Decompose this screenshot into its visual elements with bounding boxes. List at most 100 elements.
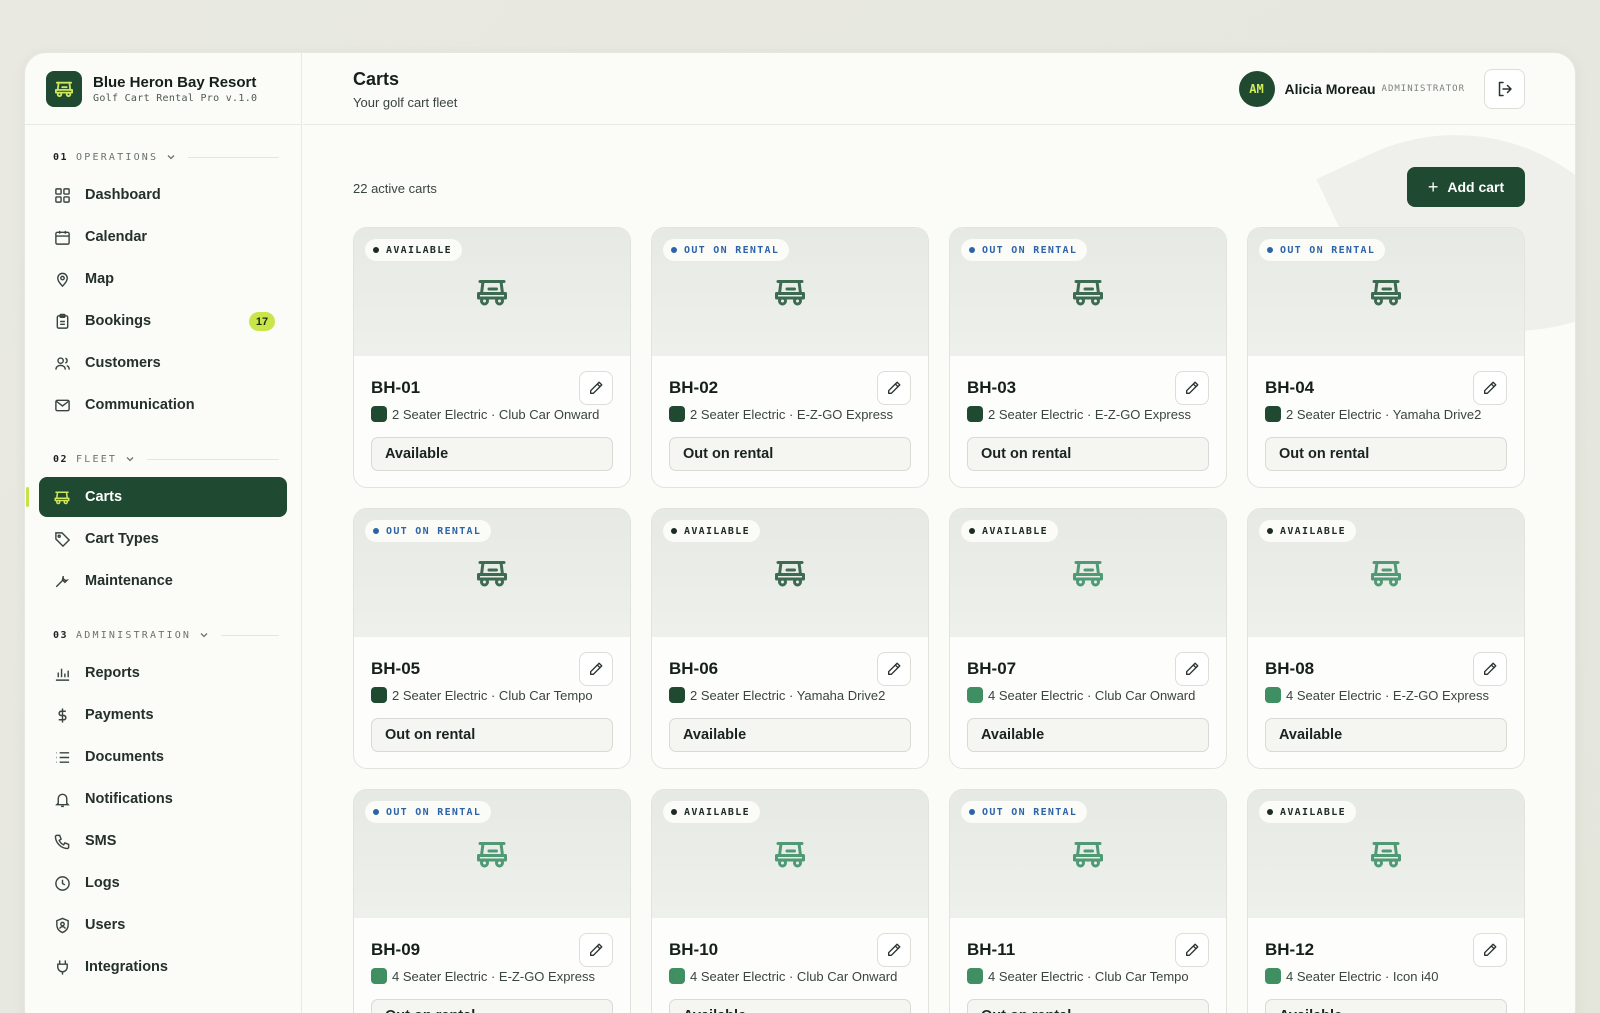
golf-cart-icon <box>1070 277 1106 307</box>
sidebar-item-notifications[interactable]: Notifications <box>39 779 287 819</box>
status-dot <box>1267 809 1273 815</box>
sidebar-item-users[interactable]: Users <box>39 905 287 945</box>
status-badge-label: AVAILABLE <box>684 806 750 818</box>
golf-cart-icon <box>772 277 808 307</box>
cart-image-area: OUT ON RENTAL <box>652 228 928 356</box>
cart-status-select[interactable]: Out on rental <box>1265 437 1507 471</box>
cart-card[interactable]: OUT ON RENTAL BH-03 2 Seater Electric · … <box>949 227 1227 488</box>
section-administration[interactable]: 03 ADMINISTRATION <box>25 625 301 645</box>
sidebar-item-logs[interactable]: Logs <box>39 863 287 903</box>
cart-status-select[interactable]: Out on rental <box>371 718 613 752</box>
cart-description: 4 Seater Electric · Club Car Onward <box>967 687 1195 703</box>
edit-button[interactable] <box>579 933 613 967</box>
edit-button[interactable] <box>1175 652 1209 686</box>
cart-type-swatch <box>1265 406 1281 422</box>
clipboard-icon <box>53 312 71 330</box>
cart-image-area: AVAILABLE <box>652 509 928 637</box>
status-badge: OUT ON RENTAL <box>365 520 492 542</box>
cart-status-select[interactable]: Available <box>1265 718 1507 752</box>
edit-button[interactable] <box>579 652 613 686</box>
add-cart-label: Add cart <box>1447 179 1505 195</box>
cart-card[interactable]: OUT ON RENTAL BH-11 4 Seater Electric · … <box>949 789 1227 1013</box>
cart-card[interactable]: AVAILABLE BH-01 2 Seater Electric · Club… <box>353 227 631 488</box>
cart-image-area: AVAILABLE <box>1248 509 1524 637</box>
cart-card[interactable]: OUT ON RENTAL BH-05 2 Seater Electric · … <box>353 508 631 769</box>
edit-button[interactable] <box>579 371 613 405</box>
sidebar-item-dashboard[interactable]: Dashboard <box>39 175 287 215</box>
cart-code: BH-05 <box>371 659 421 678</box>
grid-icon <box>53 186 71 204</box>
cart-type-swatch <box>669 687 685 703</box>
sidebar-item-sms[interactable]: SMS <box>39 821 287 861</box>
sidebar-item-calendar[interactable]: Calendar <box>39 217 287 257</box>
section-operations[interactable]: 01 OPERATIONS <box>25 147 301 167</box>
section-fleet[interactable]: 02 FLEET <box>25 449 301 469</box>
edit-button[interactable] <box>1473 652 1507 686</box>
add-cart-button[interactable]: + Add cart <box>1407 167 1525 207</box>
sidebar-item-bookings[interactable]: Bookings 17 <box>39 301 287 341</box>
bookings-count-badge: 17 <box>249 312 275 331</box>
cart-status-select[interactable]: Out on rental <box>967 437 1209 471</box>
sidebar-item-maintenance[interactable]: Maintenance <box>39 561 287 601</box>
cart-card[interactable]: AVAILABLE BH-12 4 Seater Electric · Icon… <box>1247 789 1525 1013</box>
golf-cart-icon <box>1070 839 1106 869</box>
sidebar-item-map[interactable]: Map <box>39 259 287 299</box>
cart-card[interactable]: OUT ON RENTAL BH-09 4 Seater Electric · … <box>353 789 631 1013</box>
cart-image-area: AVAILABLE <box>354 228 630 356</box>
pencil-icon <box>888 662 901 675</box>
status-dot <box>671 809 677 815</box>
cart-image-area: OUT ON RENTAL <box>950 228 1226 356</box>
edit-button[interactable] <box>1473 371 1507 405</box>
cart-card[interactable]: OUT ON RENTAL BH-02 2 Seater Electric · … <box>651 227 929 488</box>
cart-status-select[interactable]: Out on rental <box>967 999 1209 1013</box>
edit-button[interactable] <box>1175 933 1209 967</box>
edit-button[interactable] <box>1175 371 1209 405</box>
cart-card[interactable]: OUT ON RENTAL BH-04 2 Seater Electric · … <box>1247 227 1525 488</box>
cart-description: 2 Seater Electric · Yamaha Drive2 <box>1265 406 1481 422</box>
cart-status-select[interactable]: Available <box>669 718 911 752</box>
pencil-icon <box>888 381 901 394</box>
cart-type-swatch <box>967 687 983 703</box>
cart-status-select[interactable]: Available <box>1265 999 1507 1013</box>
cart-description-text: 2 Seater Electric · Yamaha Drive2 <box>1286 406 1482 422</box>
user-menu[interactable]: AM Alicia Moreau ADMINISTRATOR <box>1238 71 1465 107</box>
sidebar-item-label: Payments <box>85 707 154 723</box>
cart-card[interactable]: AVAILABLE BH-07 4 Seater Electric · Club… <box>949 508 1227 769</box>
sidebar-item-payments[interactable]: Payments <box>39 695 287 735</box>
cart-card[interactable]: AVAILABLE BH-06 2 Seater Electric · Yama… <box>651 508 929 769</box>
sidebar-item-communication[interactable]: Communication <box>39 385 287 425</box>
cart-status-value: Available <box>1279 727 1343 743</box>
page-subtitle: Your golf cart fleet <box>353 95 458 110</box>
cart-description-text: 2 Seater Electric · Club Car Onward <box>392 406 600 422</box>
edit-button[interactable] <box>877 933 911 967</box>
status-badge-label: OUT ON RENTAL <box>684 244 780 256</box>
sidebar-item-documents[interactable]: Documents <box>39 737 287 777</box>
status-dot <box>373 809 379 815</box>
cart-description: 4 Seater Electric · E-Z-GO Express <box>371 968 595 984</box>
status-dot <box>671 247 677 253</box>
sidebar-item-reports[interactable]: Reports <box>39 653 287 693</box>
logout-button[interactable] <box>1484 69 1525 109</box>
cart-card[interactable]: AVAILABLE BH-10 4 Seater Electric · Club… <box>651 789 929 1013</box>
edit-button[interactable] <box>877 652 911 686</box>
cart-status-select[interactable]: Available <box>371 437 613 471</box>
cart-status-value: Available <box>981 727 1045 743</box>
pencil-icon <box>590 662 603 675</box>
edit-button[interactable] <box>877 371 911 405</box>
cart-description-text: 4 Seater Electric · Club Car Onward <box>690 968 898 984</box>
edit-button[interactable] <box>1473 933 1507 967</box>
sidebar-item-integrations[interactable]: Integrations <box>39 947 287 987</box>
status-badge: AVAILABLE <box>961 520 1058 542</box>
cart-code: BH-10 <box>669 940 719 959</box>
cart-status-select[interactable]: Available <box>669 999 911 1013</box>
sidebar-item-label: Carts <box>85 489 123 505</box>
sidebar-item-customers[interactable]: Customers <box>39 343 287 383</box>
sidebar-item-carts[interactable]: Carts <box>26 477 287 517</box>
shield-user-icon <box>53 916 71 934</box>
cart-status-select[interactable]: Out on rental <box>669 437 911 471</box>
chevron-down-icon <box>167 155 175 160</box>
cart-status-select[interactable]: Out on rental <box>371 999 613 1013</box>
sidebar-item-cart-types[interactable]: Cart Types <box>39 519 287 559</box>
cart-card[interactable]: AVAILABLE BH-08 4 Seater Electric · E-Z-… <box>1247 508 1525 769</box>
cart-status-select[interactable]: Available <box>967 718 1209 752</box>
